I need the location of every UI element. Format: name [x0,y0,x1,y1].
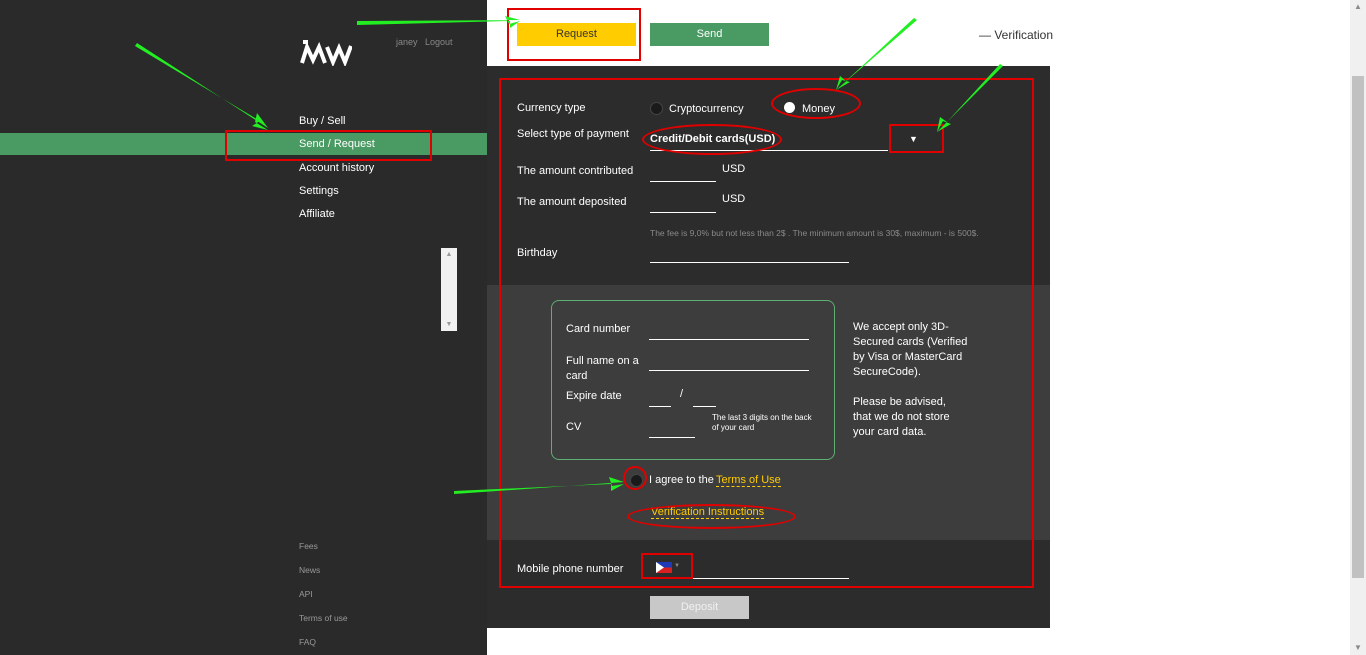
arrow-to-money-radio [836,18,917,90]
arrow-to-send-request-nav [135,43,268,130]
arrow-to-agree-radio [454,477,624,494]
arrow-to-request-tab [357,16,520,28]
arrow-to-dropdown [937,64,1003,132]
annotation-arrows [135,16,1003,494]
